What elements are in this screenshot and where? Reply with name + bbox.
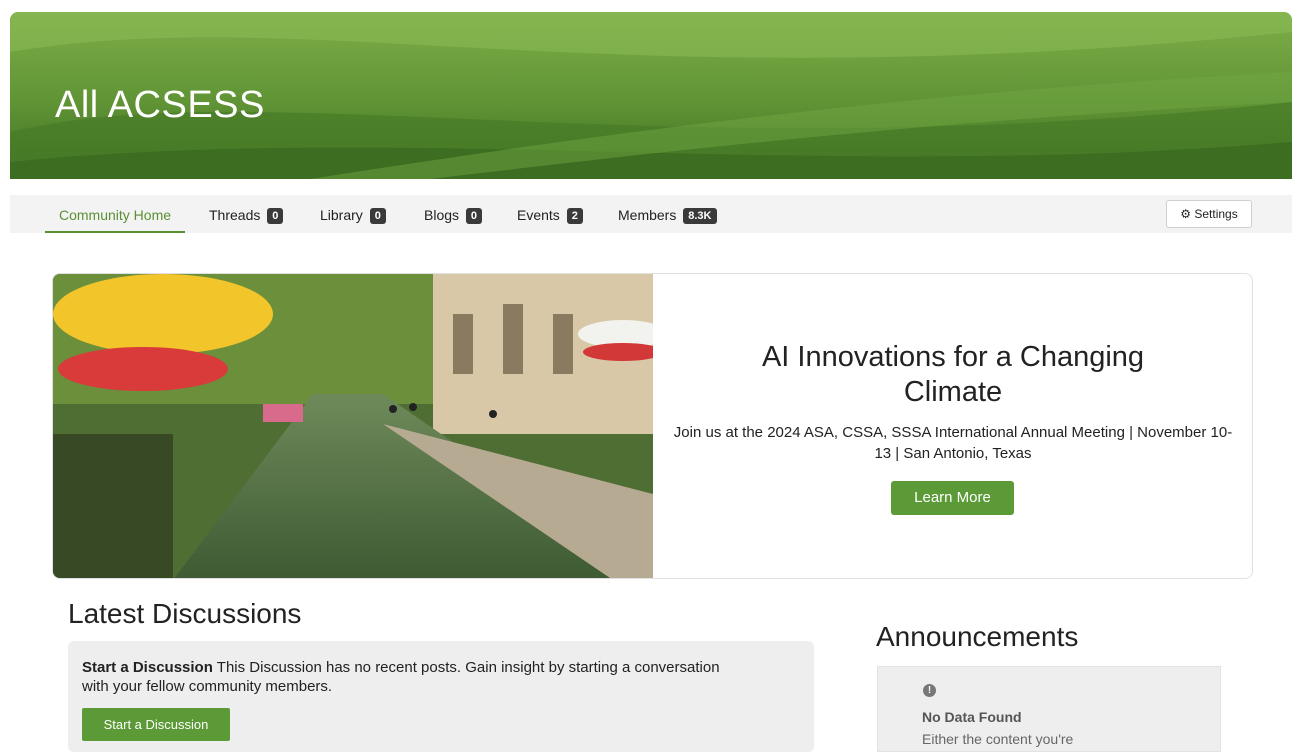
tab-label: Community Home (59, 207, 172, 223)
count-badge: 0 (369, 208, 386, 225)
start-discussion-button[interactable]: Start a Discussion (82, 708, 230, 741)
community-nav: Community Home Threads 0 Library 0 Blogs… (10, 195, 1292, 233)
latest-discussions-heading: Latest Discussions (68, 598, 302, 629)
tab-label: Blogs (424, 207, 460, 223)
tab-label: Members (618, 207, 677, 223)
event-promo-card: AI Innovations for a Changing Climate Jo… (52, 273, 1253, 579)
tab-events[interactable]: Events 2 (517, 195, 583, 233)
river-walk-photo (53, 274, 653, 578)
tab-label: Threads (209, 207, 261, 223)
count-badge: 2 (566, 208, 583, 225)
community-title: All ACSESS (55, 84, 265, 126)
learn-more-button[interactable]: Learn More (891, 481, 1014, 515)
promo-subtitle: Join us at the 2024 ASA, CSSA, SSSA Inte… (673, 424, 1233, 462)
promo-text-panel: AI Innovations for a Changing Climate Jo… (653, 274, 1252, 578)
tab-blogs[interactable]: Blogs 0 (424, 195, 483, 233)
tab-library[interactable]: Library 0 (320, 195, 386, 233)
count-badge: 0 (465, 208, 483, 225)
promo-title: AI Innovations for a Changing Climate (761, 341, 1145, 408)
empty-discussion-panel: Start a Discussion This Discussion has n… (68, 641, 814, 752)
tab-label: Library (320, 207, 363, 223)
announcements-heading: Announcements (876, 621, 1079, 652)
announcements-empty-panel: ! No Data Found Either the content you'r… (877, 666, 1221, 752)
no-data-title: No Data Found (922, 709, 1022, 725)
exclamation-circle-icon: ! (923, 684, 936, 697)
tab-community-home[interactable]: Community Home (45, 195, 186, 233)
no-data-description: Either the content you're (922, 731, 1074, 747)
count-badge: 0 (267, 208, 284, 225)
settings-button[interactable]: ⚙ Settings (1166, 200, 1252, 228)
tab-members[interactable]: Members 8.3K (618, 195, 717, 233)
discussion-empty-message: Start a Discussion This Discussion has n… (82, 658, 722, 696)
settings-label: Settings (1194, 207, 1238, 221)
tab-threads[interactable]: Threads 0 (209, 195, 284, 233)
tab-label: Events (517, 207, 560, 223)
community-banner: All ACSESS (10, 12, 1292, 179)
count-badge: 8.3K (683, 208, 717, 225)
gear-icon: ⚙ (1180, 207, 1192, 221)
discussion-empty-lead: Start a Discussion (82, 659, 213, 676)
